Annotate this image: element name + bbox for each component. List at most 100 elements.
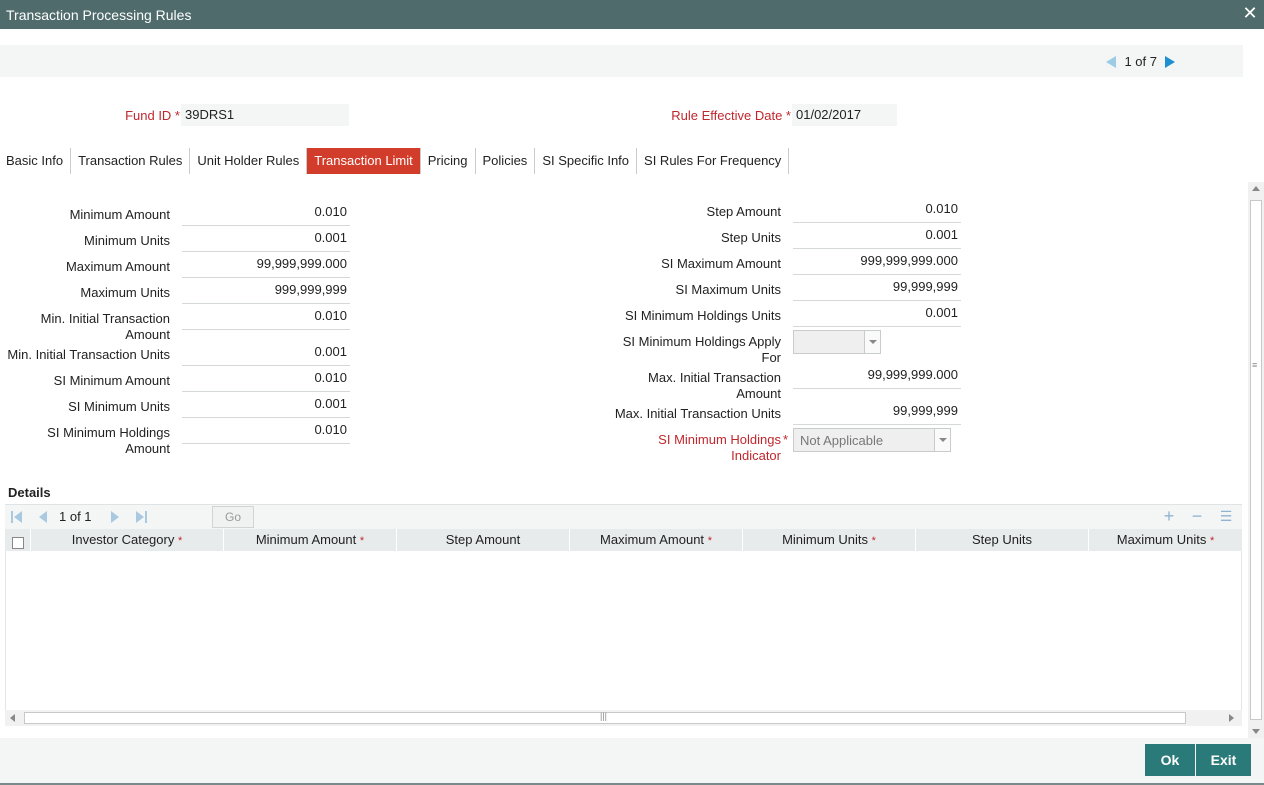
scroll-right-icon[interactable] [1229, 714, 1234, 722]
column-step-units[interactable]: Step Units [916, 529, 1089, 551]
scroll-down-icon[interactable] [1252, 729, 1260, 734]
si-minimum-units-field[interactable]: 0.001 [182, 394, 350, 418]
previous-record-icon[interactable] [1106, 55, 1117, 68]
max-initial-transaction-amount-label: Max. Initial Transaction Amount [648, 370, 781, 401]
horizontal-scrollbar[interactable]: ||| [5, 710, 1242, 726]
select-all-checkbox[interactable] [11, 537, 24, 549]
si-minimum-holdings-indicator-select[interactable]: Not Applicable [793, 428, 951, 452]
required-star: * [177, 535, 183, 547]
rule-effective-date-label: Rule Effective Date * [671, 108, 791, 123]
required-star: * [783, 432, 789, 447]
maximum-amount-field[interactable]: 99,999,999.000 [182, 254, 350, 278]
minimum-amount-label: Minimum Amount [69, 207, 170, 222]
chevron-down-icon[interactable] [934, 429, 950, 451]
required-star: * [359, 535, 365, 547]
minimum-amount-field[interactable]: 0.010 [182, 202, 350, 226]
vertical-scroll-thumb[interactable] [1250, 200, 1262, 720]
si-minimum-holdings-units-field[interactable]: 0.001 [793, 303, 961, 327]
details-grid-body [5, 551, 1242, 710]
column-label: Investor Category [71, 532, 175, 547]
go-button[interactable]: Go [212, 506, 254, 528]
si-maximum-units-field[interactable]: 99,999,999 [793, 277, 961, 301]
column-label: Minimum Units [782, 532, 869, 547]
min-initial-transaction-amount-label: Min. Initial Transaction Amount [40, 311, 170, 342]
chevron-down-icon[interactable] [864, 331, 880, 353]
details-section-title: Details [8, 485, 51, 500]
si-minimum-holdings-indicator-label: SI Minimum Holdings Indicator [658, 432, 781, 463]
maximum-units-field[interactable]: 999,999,999 [182, 280, 350, 304]
list-view-icon[interactable]: ☰ [1218, 508, 1234, 524]
details-grid-toolbar: 1 of 1 Go + − ☰ [5, 504, 1242, 529]
record-pager-bar: 1 of 7 [0, 45, 1243, 77]
footer-bar: Ok Exit [0, 738, 1264, 785]
si-minimum-holdings-apply-for-label: SI Minimum Holdings Apply For [622, 334, 781, 365]
column-label: Minimum Amount [255, 532, 357, 547]
add-row-icon[interactable]: + [1161, 507, 1177, 525]
details-grid-header: Investor Category * Minimum Amount * Ste… [5, 529, 1242, 551]
close-icon[interactable]: ✕ [1242, 4, 1258, 22]
tab-unit-holder-rules[interactable]: Unit Holder Rules [190, 148, 308, 174]
previous-page-icon[interactable] [37, 510, 49, 524]
si-minimum-holdings-units-label: SI Minimum Holdings Units [624, 308, 781, 323]
min-initial-transaction-units-field[interactable]: 0.001 [182, 342, 350, 366]
required-star: * [707, 535, 712, 547]
record-pager: 1 of 7 [1106, 54, 1175, 69]
tab-si-rules-for-frequency[interactable]: SI Rules For Frequency [637, 148, 790, 174]
si-maximum-amount-label: SI Maximum Amount [661, 256, 781, 271]
column-label: Step Units [972, 532, 1032, 547]
si-maximum-amount-field[interactable]: 999,999,999.000 [793, 251, 961, 275]
si-minimum-amount-field[interactable]: 0.010 [182, 368, 350, 392]
fund-id-field[interactable]: 39DRS1 [181, 104, 349, 126]
column-label: Step Amount [445, 532, 521, 547]
required-star: * [1209, 535, 1215, 547]
tab-basic-info[interactable]: Basic Info [0, 148, 72, 174]
max-initial-transaction-amount-field[interactable]: 99,999,999.000 [793, 365, 961, 389]
record-pager-text: 1 of 7 [1124, 54, 1157, 69]
select-all-column [5, 529, 31, 551]
details-page-text: 1 of 1 [59, 509, 92, 524]
last-page-icon[interactable] [135, 510, 147, 524]
tab-policies[interactable]: Policies [476, 148, 536, 174]
scroll-up-icon[interactable] [1252, 186, 1260, 191]
tab-si-specific-info[interactable]: SI Specific Info [535, 148, 638, 174]
tab-transaction-rules[interactable]: Transaction Rules [71, 148, 191, 174]
next-page-icon[interactable] [109, 510, 121, 524]
exit-button[interactable]: Exit [1196, 744, 1251, 776]
min-initial-transaction-amount-field[interactable]: 0.010 [182, 306, 350, 330]
si-minimum-amount-label: SI Minimum Amount [53, 373, 170, 388]
tab-pricing[interactable]: Pricing [421, 148, 476, 174]
min-initial-transaction-units-label: Min. Initial Transaction Units [7, 347, 170, 362]
tab-transaction-limit[interactable]: Transaction Limit [307, 148, 421, 174]
max-initial-transaction-units-label: Max. Initial Transaction Units [614, 406, 781, 421]
window-titlebar: Transaction Processing Rules ✕ [0, 0, 1264, 29]
minimum-units-label: Minimum Units [84, 233, 170, 248]
column-maximum-amount[interactable]: Maximum Amount * [570, 529, 743, 551]
column-maximum-units[interactable]: Maximum Units * [1089, 529, 1242, 551]
ok-button[interactable]: Ok [1145, 744, 1195, 776]
column-label: Maximum Amount [600, 532, 705, 547]
step-units-field[interactable]: 0.001 [793, 225, 961, 249]
column-minimum-units[interactable]: Minimum Units * [743, 529, 916, 551]
maximum-units-label: Maximum Units [80, 285, 170, 300]
step-amount-field[interactable]: 0.010 [793, 199, 961, 223]
maximum-amount-label: Maximum Amount [65, 259, 170, 274]
column-investor-category[interactable]: Investor Category * [31, 529, 224, 551]
required-star: * [871, 535, 876, 547]
max-initial-transaction-units-field[interactable]: 99,999,999 [793, 401, 961, 425]
rule-effective-date-field[interactable]: 01/02/2017 [792, 104, 897, 126]
column-minimum-amount[interactable]: Minimum Amount * [224, 529, 397, 551]
step-amount-label: Step Amount [706, 204, 781, 219]
minimum-units-field[interactable]: 0.001 [182, 228, 350, 252]
first-page-icon[interactable] [11, 510, 23, 524]
si-minimum-holdings-apply-for-select[interactable] [793, 330, 881, 354]
vertical-scrollbar[interactable]: ≡ [1248, 182, 1264, 738]
delete-row-icon[interactable]: − [1189, 507, 1205, 525]
scroll-left-icon[interactable] [10, 714, 15, 722]
si-minimum-holdings-amount-field[interactable]: 0.010 [182, 420, 350, 444]
column-step-amount[interactable]: Step Amount [397, 529, 570, 551]
scroll-grip-icon: ≡ [1252, 360, 1258, 370]
si-minimum-units-label: SI Minimum Units [68, 399, 170, 414]
si-minimum-holdings-indicator-value: Not Applicable [800, 433, 884, 448]
si-minimum-holdings-amount-label: SI Minimum Holdings Amount [47, 425, 170, 456]
next-record-icon[interactable] [1165, 55, 1175, 68]
